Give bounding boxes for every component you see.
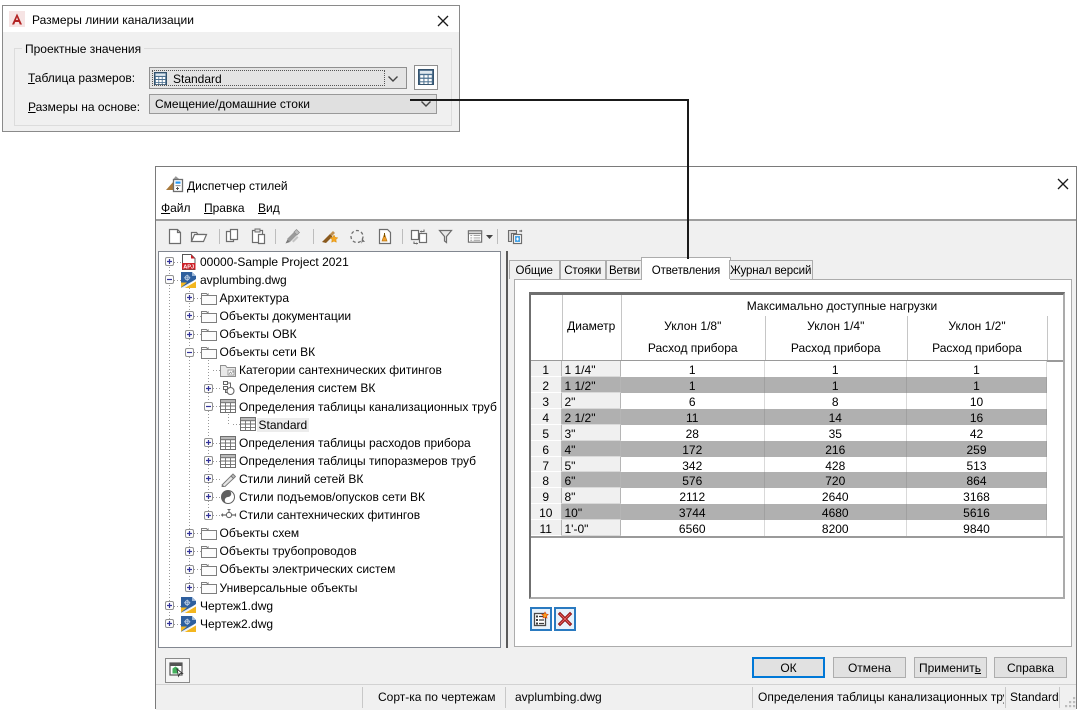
svg-text:APJ: APJ bbox=[183, 264, 194, 270]
